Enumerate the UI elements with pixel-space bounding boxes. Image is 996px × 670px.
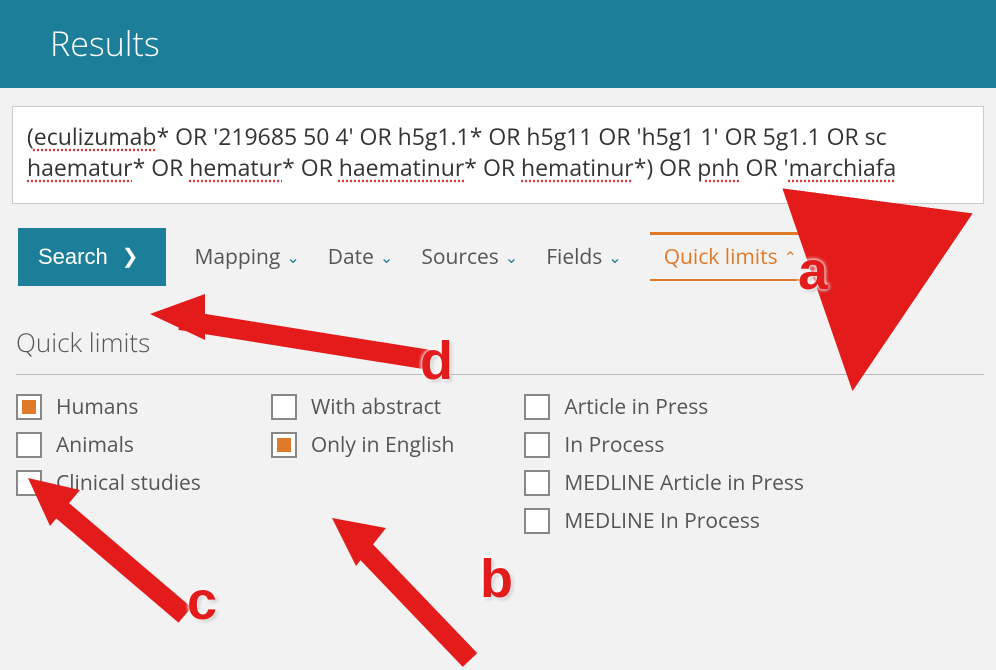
filter-label: Date <box>328 243 374 271</box>
checkbox-item[interactable]: In Process <box>524 431 803 459</box>
query-text: ( <box>27 121 34 152</box>
search-button[interactable]: Search ❯ <box>18 228 166 286</box>
query-text: pnh <box>697 152 739 183</box>
checkbox-label: Animals <box>56 431 134 459</box>
checkbox-label: Clinical studies <box>56 469 201 497</box>
checkbox-icon[interactable] <box>524 432 550 458</box>
filter-ebm[interactable]: EBM <box>837 243 881 271</box>
checkbox-icon[interactable] <box>271 432 297 458</box>
page-header: Results <box>0 0 996 88</box>
query-text: hematur <box>189 152 282 183</box>
filter-row: Search ❯ Mapping ⌄ Date ⌄ Sources ⌄ Fiel… <box>12 228 984 286</box>
checkbox-icon[interactable] <box>524 470 550 496</box>
page-title: Results <box>50 20 160 66</box>
checkbox-column-3: Article in Press In Process MEDLINE Articl… <box>524 393 803 535</box>
annotation-label-b: b <box>480 548 513 610</box>
quick-limits-panel: Humans Animals Clinical studies With abstr… <box>12 393 984 535</box>
query-text: eculizumab <box>34 121 157 152</box>
filter-date[interactable]: Date ⌄ <box>328 243 394 271</box>
chevron-up-icon: ⌃ <box>784 246 797 268</box>
filter-quick-limits[interactable]: Quick limits ⌃ <box>650 232 803 281</box>
chevron-right-icon: ❯ <box>122 247 139 267</box>
checkbox-icon[interactable] <box>16 394 42 420</box>
checkbox-icon[interactable] <box>524 508 550 534</box>
checkbox-item[interactable]: Clinical studies <box>16 469 201 497</box>
search-query-box[interactable]: (eculizumab* OR '219685 50 4' OR h5g1.1*… <box>12 106 984 204</box>
query-text: haematinur <box>339 152 465 183</box>
query-text: marchiafa <box>789 152 897 183</box>
filter-label: Sources <box>421 243 498 271</box>
checkbox-icon[interactable] <box>271 394 297 420</box>
checkbox-item[interactable]: With abstract <box>271 393 455 421</box>
checkbox-label: Humans <box>56 393 138 421</box>
divider <box>16 374 984 375</box>
checkbox-column-1: Humans Animals Clinical studies <box>16 393 201 535</box>
query-text: hematinur <box>521 152 634 183</box>
query-text: *) OR <box>634 152 698 183</box>
filter-sources[interactable]: Sources ⌄ <box>421 243 518 271</box>
filter-label: Mapping <box>194 243 280 271</box>
filter-label: EBM <box>837 243 881 271</box>
checkbox-label: With abstract <box>311 393 441 421</box>
filter-label: Quick limits <box>664 243 778 271</box>
chevron-down-icon: ⌄ <box>608 246 621 268</box>
checkbox-label: MEDLINE Article in Press <box>564 469 803 497</box>
annotation-label-c: c <box>187 570 217 632</box>
query-text: * OR '219685 50 4' OR h5g1.1* OR h5g11 O… <box>156 121 886 152</box>
checkbox-icon[interactable] <box>16 432 42 458</box>
checkbox-label: Article in Press <box>564 393 708 421</box>
checkbox-item[interactable]: MEDLINE In Process <box>524 507 803 535</box>
query-text: * OR <box>133 152 190 183</box>
content-area: (eculizumab* OR '219685 50 4' OR h5g1.1*… <box>0 88 996 535</box>
checkbox-icon[interactable] <box>16 470 42 496</box>
checkbox-item[interactable]: Humans <box>16 393 201 421</box>
checkbox-label: In Process <box>564 431 664 459</box>
search-button-label: Search <box>38 244 108 270</box>
filter-fields[interactable]: Fields ⌄ <box>546 243 622 271</box>
panel-title: Quick limits <box>16 324 984 360</box>
query-text: * OR <box>282 152 339 183</box>
query-text: haematur <box>27 152 133 183</box>
checkbox-item[interactable]: Only in English <box>271 431 455 459</box>
checkbox-label: MEDLINE In Process <box>564 507 759 535</box>
filter-label: Fields <box>546 243 602 271</box>
checkbox-item[interactable]: Animals <box>16 431 201 459</box>
query-text: * OR <box>464 152 521 183</box>
chevron-down-icon: ⌄ <box>505 246 518 268</box>
filter-mapping[interactable]: Mapping ⌄ <box>194 243 299 271</box>
query-text: OR ' <box>740 152 789 183</box>
checkbox-column-2: With abstract Only in English <box>271 393 455 535</box>
checkbox-item[interactable]: Article in Press <box>524 393 803 421</box>
chevron-down-icon: ⌄ <box>286 246 299 268</box>
checkbox-icon[interactable] <box>524 394 550 420</box>
checkbox-item[interactable]: MEDLINE Article in Press <box>524 469 803 497</box>
chevron-down-icon: ⌄ <box>380 246 393 268</box>
checkbox-label: Only in English <box>311 431 455 459</box>
